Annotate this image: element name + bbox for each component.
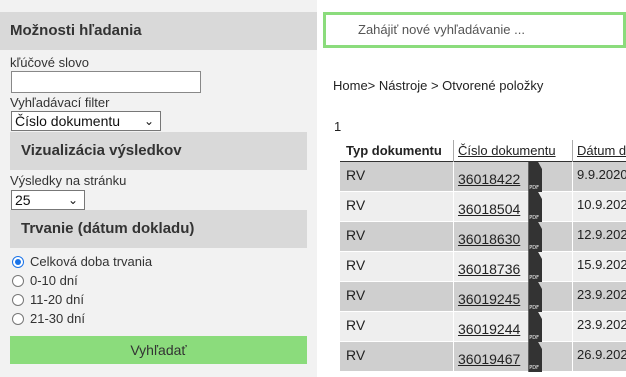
search-button[interactable]: Vyhľadať	[10, 336, 307, 364]
radio-unchecked-icon[interactable]	[12, 294, 24, 306]
header-number[interactable]: Číslo dokumentu	[454, 140, 573, 162]
pdf-icon[interactable]	[528, 222, 543, 252]
cell-date: 9.9.2020	[577, 167, 626, 182]
radio-unchecked-icon[interactable]	[12, 275, 24, 287]
duration-option-label: Celková doba trvania	[30, 254, 153, 269]
duration-option-label: 21-30 dní	[30, 311, 85, 326]
radio-unchecked-icon[interactable]	[12, 313, 24, 325]
table-row: RV36018630 12.9.202	[340, 222, 626, 252]
cell-type: RV	[340, 342, 454, 372]
cell-date: 23.9.202	[577, 287, 626, 302]
duration-option-label: 11-20 dní	[30, 292, 84, 307]
document-number-link[interactable]: 36019244	[458, 312, 520, 342]
table-row: RV36019245 23.9.202	[340, 282, 626, 312]
document-number-link[interactable]: 36018504	[458, 192, 520, 222]
chevron-down-icon: ⌄	[143, 114, 154, 128]
document-number-link[interactable]: 36018422	[458, 162, 520, 192]
cell-number: 36019467	[454, 342, 573, 372]
search-sidebar: Možnosti hľadania kľúčové slovo Vyhľadáv…	[0, 0, 317, 377]
cell-type: RV	[340, 222, 454, 252]
cell-number: 36018630	[454, 222, 573, 252]
cell-date: 15.9.202	[577, 257, 626, 272]
table-row: RV36018736 15.9.202	[340, 252, 626, 282]
duration-option-label: 0-10 dní	[30, 273, 78, 288]
visualization-section-title: Vizualizácia výsledkov	[10, 132, 307, 170]
table-row: RV36018422 9.9.2020	[340, 162, 626, 192]
duration-section-title: Trvanie (dátum dokladu)	[10, 210, 307, 248]
pdf-icon[interactable]	[528, 192, 543, 222]
document-number-link[interactable]: 36018630	[458, 222, 520, 252]
cell-number: 36018504	[454, 192, 573, 222]
table-row: RV36018504 10.9.202	[340, 192, 626, 222]
keyword-input[interactable]	[11, 71, 201, 93]
duration-option-all[interactable]: Celková doba trvania	[12, 253, 152, 271]
pdf-icon[interactable]	[528, 342, 543, 372]
duration-option-11-20[interactable]: 11-20 dní	[12, 291, 84, 309]
filter-label: Vyhľadávací filter	[10, 95, 110, 110]
cell-number: 36019244	[454, 312, 573, 342]
per-page-select[interactable]: 25 ⌄	[11, 190, 85, 210]
cell-type: RV	[340, 192, 454, 222]
new-search-button[interactable]: Zahájiť nové vyhľadávanie ...	[323, 12, 626, 48]
radio-checked-icon[interactable]	[12, 256, 24, 268]
table-row: RV36019467 26.9.202	[340, 342, 626, 372]
cell-date: 26.9.202	[577, 347, 626, 362]
table-header: Typ dokumentu Číslo dokumentu Dátum d	[340, 140, 626, 162]
document-number-link[interactable]: 36018736	[458, 252, 520, 282]
per-page-label: Výsledky na stránku	[10, 173, 127, 188]
page-number[interactable]: 1	[334, 119, 341, 134]
breadcrumb: Home> Nástroje > Otvorené položky	[333, 78, 543, 93]
filter-select-value: Číslo dokumentu	[15, 113, 121, 129]
cell-number: 36018736	[454, 252, 573, 282]
document-number-link[interactable]: 36019245	[458, 282, 520, 312]
header-type: Typ dokumentu	[340, 140, 454, 162]
cell-type: RV	[340, 282, 454, 312]
cell-date: 10.9.202	[577, 197, 626, 212]
breadcrumb-current: > Otvorené položky	[430, 78, 544, 93]
duration-option-0-10[interactable]: 0-10 dní	[12, 272, 78, 290]
cell-date: 23.9.202	[577, 317, 626, 332]
table-row: RV36019244 23.9.202	[340, 312, 626, 342]
cell-type: RV	[340, 162, 454, 192]
pdf-icon[interactable]	[528, 162, 543, 192]
pdf-icon[interactable]	[528, 282, 543, 312]
keyword-label: kľúčové slovo	[10, 55, 89, 70]
pdf-icon[interactable]	[528, 252, 543, 282]
cell-type: RV	[340, 252, 454, 282]
header-date[interactable]: Dátum d	[573, 140, 626, 162]
document-number-link[interactable]: 36019467	[458, 342, 520, 372]
cell-date: 12.9.202	[577, 227, 626, 242]
breadcrumb-home[interactable]: Home>	[333, 78, 375, 93]
filter-select[interactable]: Číslo dokumentu ⌄	[11, 111, 161, 131]
duration-option-21-30[interactable]: 21-30 dní	[12, 310, 85, 328]
documents-table: Typ dokumentu Číslo dokumentu Dátum d RV 36…	[340, 140, 626, 372]
chevron-down-icon: ⌄	[67, 193, 78, 207]
per-page-select-value: 25	[15, 192, 31, 208]
cell-number: 36019245	[454, 282, 573, 312]
cell-type: RV	[340, 312, 454, 342]
cell-number: 36018422	[454, 162, 573, 192]
sidebar-title: Možnosti hľadania	[0, 12, 317, 50]
breadcrumb-tools[interactable]: Nástroje	[379, 78, 427, 93]
pdf-icon[interactable]	[528, 312, 543, 342]
